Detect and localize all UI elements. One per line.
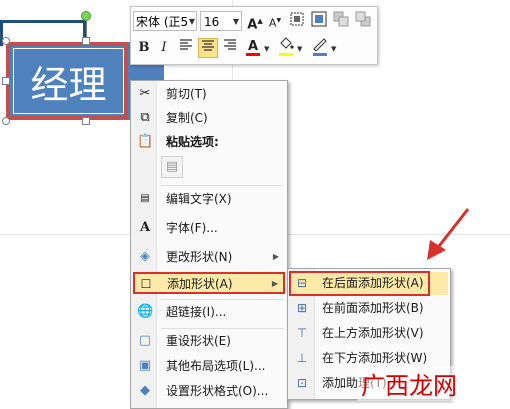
menu-paste-options-header: 📋 粘贴选项: [133, 131, 285, 153]
menu-item-label: 字体(F)... [166, 221, 218, 235]
menu-item-change-shape[interactable]: ◈ 更改形状(N) ▶ [133, 246, 285, 268]
font-name-value: 宋体 (正5 [136, 15, 189, 29]
menu-item-reset-shape[interactable]: ▢ 重设形状(E) [133, 330, 285, 352]
add-shape-below-icon: ⊥ [296, 351, 308, 365]
callout-frame-add-shape [133, 272, 285, 294]
submenu-item-label: 在上方添加形状(V) [322, 326, 424, 340]
submenu-item-add-above[interactable]: ⊤ 在上方添加形状(V) [290, 322, 448, 345]
menu-item-font[interactable]: A 字体(F)... [133, 217, 285, 239]
change-shape-icon: ◈ [140, 249, 150, 264]
bring-forward-icon [333, 11, 349, 27]
italic-icon: I [161, 40, 167, 55]
font-size-value: 16 [204, 15, 220, 29]
align-right-button[interactable] [220, 38, 240, 58]
submenu-item-label: 在前面添加形状(B) [322, 301, 424, 315]
grow-font-icon: A [247, 17, 258, 33]
chevron-right-icon: ▶ [272, 252, 279, 261]
align-center-button[interactable] [198, 38, 218, 58]
outline-color-swatch [313, 53, 327, 56]
bold-button[interactable]: B [134, 38, 154, 58]
font-color-icon: A [247, 39, 259, 54]
menu-item-hyperlink[interactable]: 🌐 超链接(I)... [133, 301, 285, 323]
font-name-dropdown[interactable]: 宋体 (正5 ▼ [133, 11, 197, 31]
menu-item-layout-options[interactable]: ▣ 其他布局选项(L)... [133, 355, 285, 377]
add-shape-before-icon: ⊞ [296, 301, 308, 315]
italic-button[interactable]: I [154, 38, 174, 58]
menu-separator [161, 328, 283, 329]
resize-handle-n[interactable] [82, 37, 90, 45]
hyperlink-icon: 🌐 [137, 304, 154, 319]
mini-toolbar: 宋体 (正5 ▼ 16 ▼ A▲ A▼ B I A ▼ ▼ ▼ [130, 6, 378, 65]
menu-item-label: 其他布局选项(L)... [166, 359, 266, 373]
shape-highlight-frame [6, 42, 128, 120]
context-menu: ✂ 剪切(T) ⧉ 复制(C) 📋 粘贴选项: ▤ ▤ 编辑文字(X) A 字体… [130, 80, 288, 409]
menu-separator [161, 185, 283, 186]
clipboard-icon: ▤ [165, 159, 179, 174]
shrink-font-button[interactable]: A▼ [265, 11, 285, 31]
chevron-down-icon[interactable]: ▼ [331, 45, 336, 53]
paste-option-button[interactable]: ▤ [161, 156, 183, 178]
align-right-icon [224, 39, 236, 50]
font-size-dropdown[interactable]: 16 ▼ [200, 11, 242, 31]
align-left-icon [180, 39, 192, 50]
org-chart-connector [0, 20, 86, 38]
watermark-text: 广西龙网 [357, 366, 461, 401]
pen-icon [313, 38, 327, 52]
align-left-button[interactable] [176, 38, 196, 58]
resize-handle-w[interactable] [2, 77, 10, 85]
menu-item-cut[interactable]: ✂ 剪切(T) [133, 83, 285, 105]
fill-color-button[interactable] [276, 37, 296, 57]
menu-item-label: 更改形状(N) [166, 250, 233, 264]
menu-item-copy[interactable]: ⧉ 复制(C) [133, 107, 285, 129]
slide-canvas: 经理 宋体 (正5 ▼ 16 ▼ A▲ A▼ B I A ▼ ▼ ▼ ✂ 剪切(… [0, 0, 510, 409]
grid-icon [290, 12, 304, 26]
menu-item-label: 粘贴选项: [166, 135, 219, 149]
paint-bucket-icon [280, 37, 294, 49]
reset-shape-icon: ▢ [138, 333, 152, 348]
resize-handle-sw[interactable] [2, 117, 10, 125]
font-color-button[interactable]: A [243, 37, 263, 57]
scissors-icon: ✂ [139, 86, 151, 101]
shape-style-button[interactable] [309, 11, 329, 31]
send-backward-button[interactable] [353, 11, 373, 31]
menu-item-label: 剪切(T) [166, 87, 207, 101]
edit-text-icon: ▤ [140, 193, 150, 204]
menu-separator [161, 299, 283, 300]
add-assistant-icon: ⊡ [296, 376, 308, 390]
grow-font-button[interactable]: A▲ [245, 11, 265, 33]
submenu-item-add-before[interactable]: ⊞ 在前面添加形状(B) [290, 297, 448, 320]
object-grid-button[interactable] [287, 11, 307, 31]
resize-handle-s[interactable] [82, 117, 90, 125]
font-color-swatch [246, 53, 260, 56]
menu-item-label: 重设形状(E) [166, 334, 231, 348]
format-shape-icon: ◆ [140, 383, 150, 398]
font-icon: A [139, 220, 151, 235]
callout-frame-add-after [289, 271, 430, 296]
send-backward-icon [355, 11, 371, 27]
menu-item-edit-text[interactable]: ▤ 编辑文字(X) [133, 188, 285, 210]
chevron-down-icon[interactable]: ▼ [297, 45, 302, 53]
chevron-down-icon: ▼ [188, 17, 195, 26]
menu-item-format-shape[interactable]: ◆ 设置形状格式(O)... [133, 380, 285, 402]
menu-item-label: 编辑文字(X) [166, 192, 232, 206]
align-center-icon [202, 40, 214, 51]
menu-item-label: 复制(C) [166, 111, 208, 125]
outline-color-button[interactable] [310, 37, 330, 57]
add-shape-above-icon: ⊤ [296, 326, 308, 340]
rotation-handle[interactable] [81, 11, 91, 21]
chevron-down-icon[interactable]: ▼ [264, 45, 269, 53]
resize-handle-nw[interactable] [2, 37, 10, 45]
bring-forward-button[interactable] [331, 11, 351, 31]
fill-color-swatch [279, 53, 293, 56]
paste-icon: 📋 [137, 134, 154, 149]
menu-item-label: 设置形状格式(O)... [166, 384, 269, 398]
menu-item-label: 超链接(I)... [166, 305, 227, 319]
shape-style-icon [311, 11, 327, 27]
layout-icon: ▣ [138, 358, 152, 373]
bold-icon: B [138, 40, 150, 55]
chevron-down-icon: ▼ [232, 17, 239, 26]
copy-icon: ⧉ [140, 110, 150, 125]
callout-arrow-icon [424, 206, 472, 262]
